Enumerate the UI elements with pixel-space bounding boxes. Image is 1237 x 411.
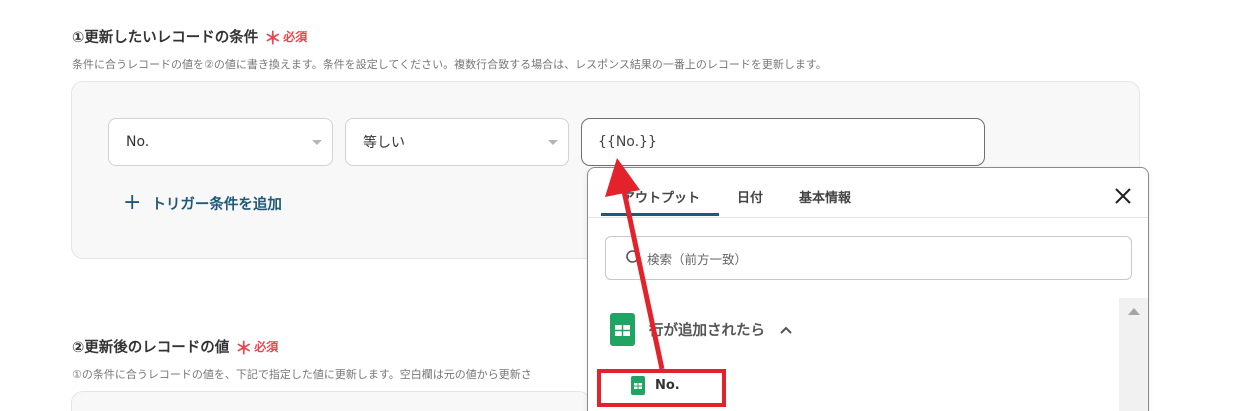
sheets-icon <box>631 376 645 395</box>
section2-description: ①の条件に合うレコードの値を、下記で指定した値に更新します。空白欄は元の値から更… <box>72 368 532 381</box>
output-item-no[interactable]: No. <box>631 376 680 395</box>
section1-title: ①更新したいレコードの条件 ＊ 必須 <box>72 24 307 49</box>
tab-basic-info[interactable]: 基本情報 <box>799 187 851 206</box>
add-trigger-label: トリガー条件を追加 <box>151 196 282 213</box>
field-select-value: No. <box>126 134 150 150</box>
required-star: ＊ <box>235 339 253 359</box>
active-tab-indicator <box>601 213 719 216</box>
picker-search-input[interactable]: 検索（前方一致） <box>605 236 1132 280</box>
chevron-up-icon <box>780 326 792 334</box>
search-icon <box>626 250 642 266</box>
add-trigger-condition-button[interactable]: + トリガー条件を追加 <box>123 192 282 214</box>
caret-down-icon <box>312 140 322 145</box>
required-label: 必須 <box>254 340 279 354</box>
output-picker-popover: アウトプット 日付 基本情報 検索（前方一致） 行が追加されたら No. <box>587 167 1149 411</box>
sheets-icon <box>610 313 635 346</box>
section2-title: ②更新後のレコードの値 ＊ 必須 <box>72 334 278 359</box>
tab-date[interactable]: 日付 <box>737 187 763 206</box>
section1-title-text: ①更新したいレコードの条件 <box>72 30 259 46</box>
picker-tabs: アウトプット 日付 基本情報 <box>588 168 1148 218</box>
condition-value-input[interactable]: {{No.}} <box>581 118 985 166</box>
field-select[interactable]: No. <box>108 118 333 166</box>
required-star: ＊ <box>264 29 282 49</box>
condition-value-text: {{No.}} <box>598 134 657 150</box>
operator-select[interactable]: 等しい <box>345 118 569 166</box>
group-label: 行が追加されたら <box>649 323 765 339</box>
search-placeholder: 検索（前方一致） <box>647 251 748 267</box>
values-panel <box>71 391 591 411</box>
tab-output[interactable]: アウトプット <box>622 187 700 206</box>
close-icon[interactable] <box>1112 185 1134 207</box>
caret-down-icon <box>548 140 558 145</box>
output-item-label: No. <box>655 378 680 393</box>
section1-description: 条件に合うレコードの値を②の値に書き換えます。条件を設定してください。複数行合致… <box>72 58 827 71</box>
scroll-up-icon[interactable] <box>1128 308 1140 315</box>
section2-title-text: ②更新後のレコードの値 <box>72 340 230 356</box>
plus-icon: + <box>123 190 142 215</box>
required-label: 必須 <box>283 30 308 44</box>
group-row-added[interactable]: 行が追加されたら <box>610 313 793 346</box>
operator-select-value: 等しい <box>363 135 405 151</box>
